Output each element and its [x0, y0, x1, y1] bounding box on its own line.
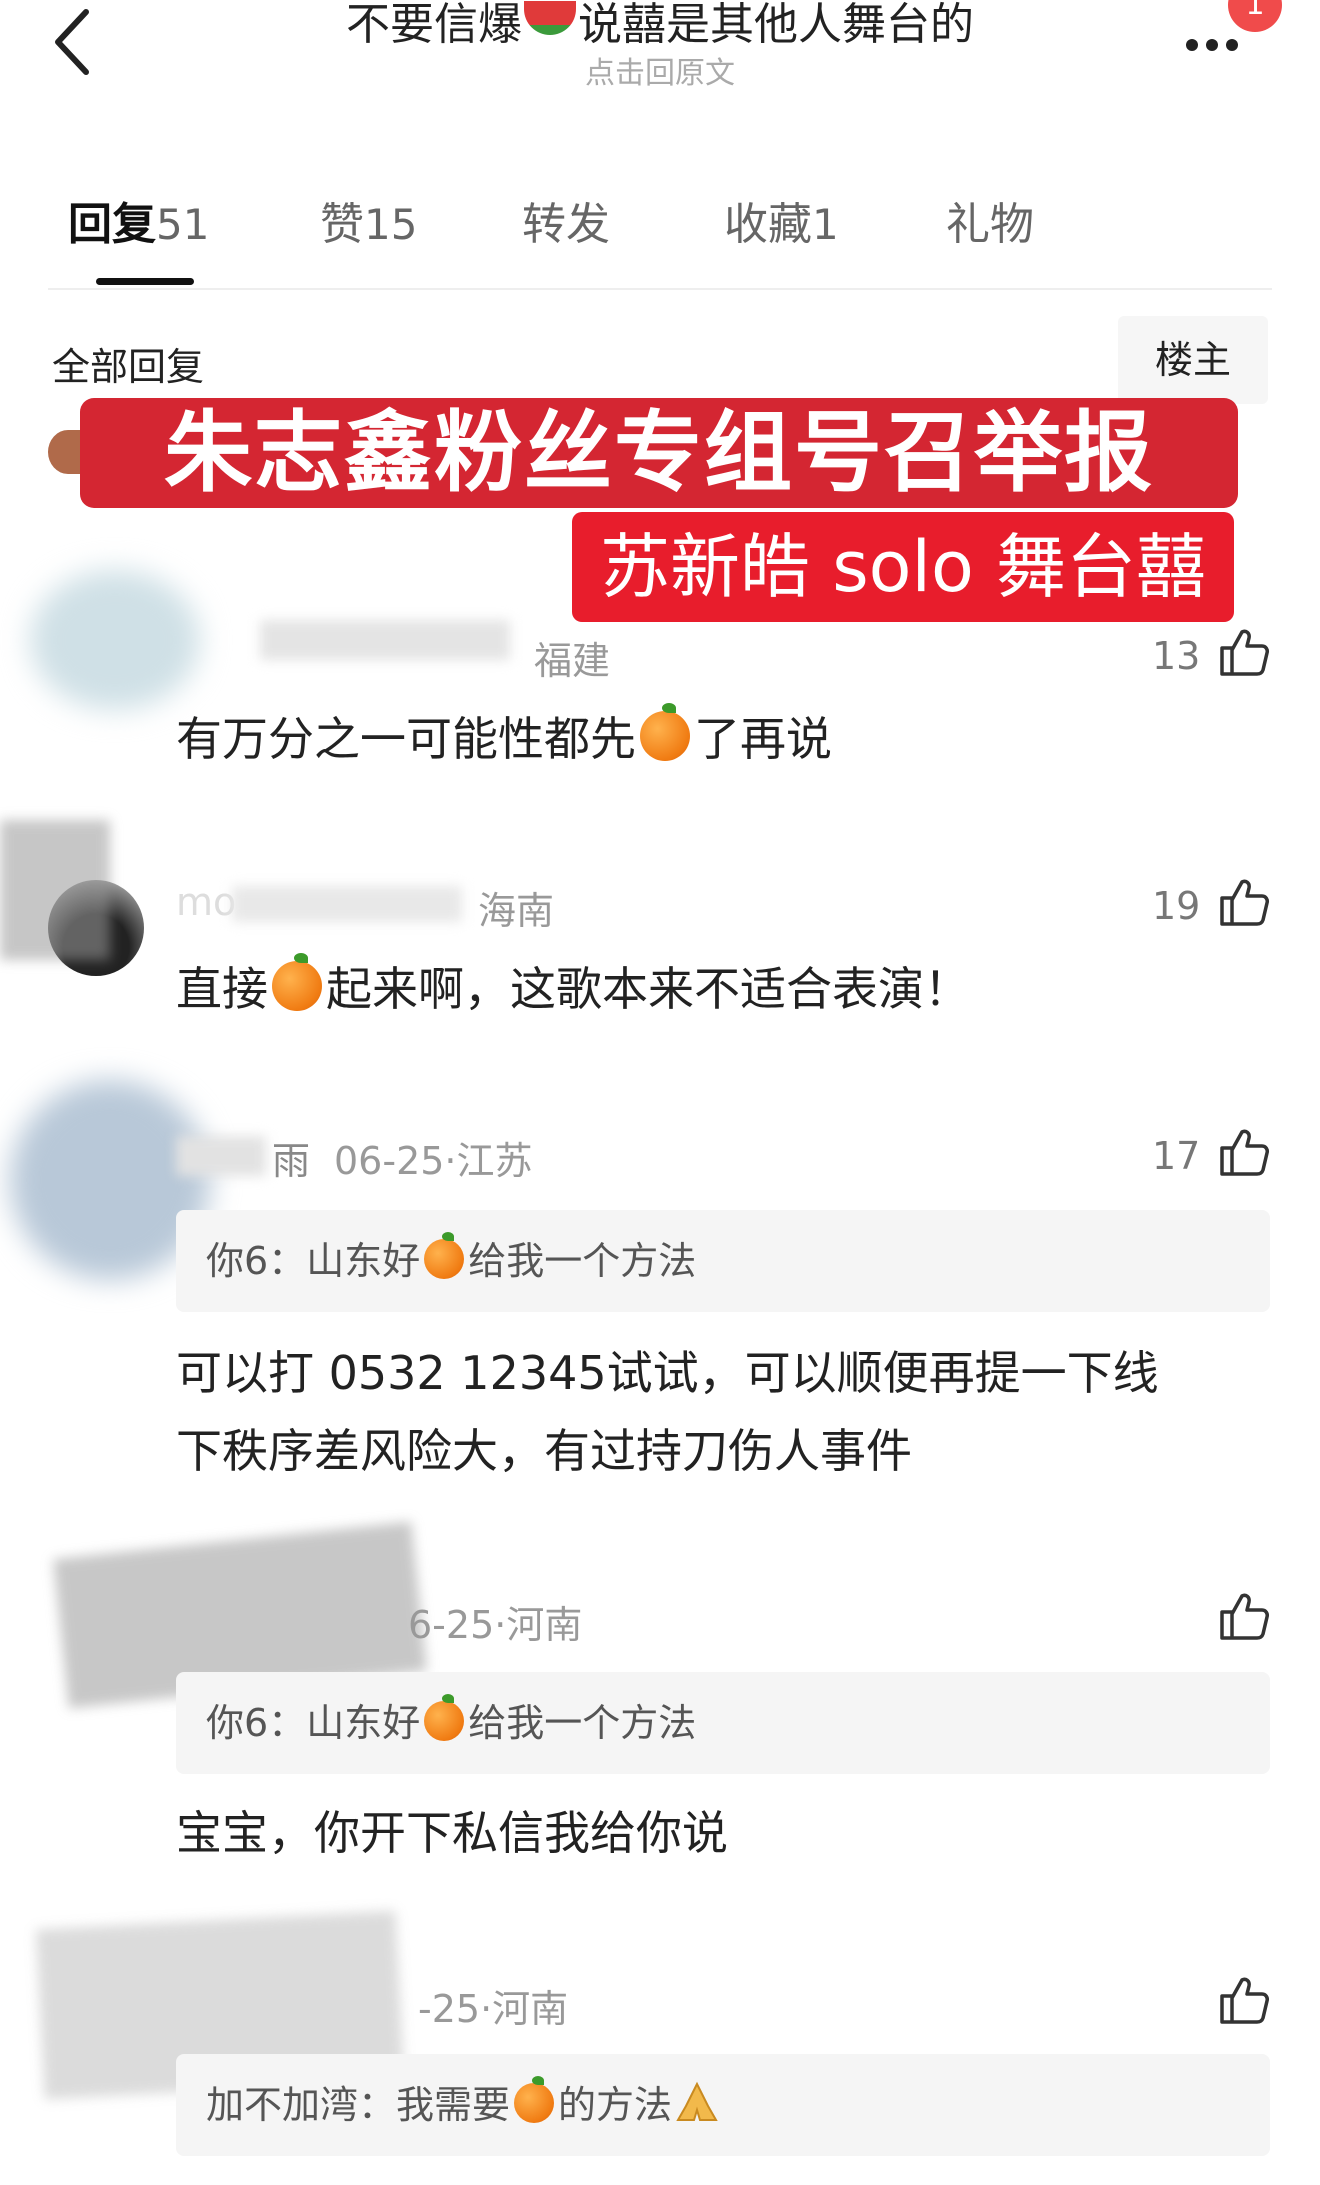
tab-likes[interactable]: 赞15: [320, 188, 417, 252]
praying-hands-icon: [676, 2081, 718, 2121]
tab-favorites[interactable]: 收藏1: [724, 188, 839, 252]
comment-meta: 06-25·江苏: [334, 1139, 533, 1183]
thumbs-up-icon[interactable]: [1218, 1590, 1270, 1642]
comment-text-line: 下秩序差风险大，有过持刀伤人事件: [176, 1424, 912, 1478]
username-redacted: [260, 620, 510, 660]
watermelon-emoji-icon: [524, 1, 576, 35]
orange-emoji-icon: [272, 953, 322, 1011]
username-redacted: [232, 886, 462, 922]
username-redacted: [176, 1136, 266, 1176]
avatar[interactable]: [30, 570, 200, 710]
view-original-link[interactable]: 点击回原文: [0, 48, 1320, 92]
divider: [48, 288, 1272, 290]
orange-emoji-icon: [640, 703, 690, 761]
comment-meta: -25·河南: [418, 1987, 569, 2031]
thumbs-up-icon[interactable]: [1218, 626, 1270, 678]
quoted-reply[interactable]: 你6：山东好 给我一个方法: [176, 1210, 1270, 1312]
overlay-caption-main: 朱志鑫粉丝专组号召举报: [80, 398, 1238, 508]
comment-text-line: 可以打 0532 12345试试，可以顺便再提一下线: [176, 1346, 1159, 1400]
comment-text: 有万分之一可能性都先 了再说: [176, 703, 832, 766]
username-partial: 雨: [272, 1139, 311, 1183]
thumbs-up-icon[interactable]: [1218, 1126, 1270, 1178]
thumbs-up-icon[interactable]: [1218, 876, 1270, 928]
thumbs-up-icon[interactable]: [1218, 1974, 1270, 2026]
comment-meta: 福建: [534, 639, 611, 683]
comment-meta: 6-25·河南: [408, 1603, 583, 1647]
quoted-reply[interactable]: 加不加湾：我需要 的方法: [176, 2054, 1270, 2156]
tab-replies[interactable]: 回复51: [68, 188, 209, 252]
orange-emoji-icon: [424, 1232, 465, 1279]
comment-meta: 海南: [478, 889, 555, 933]
active-tab-indicator: [96, 278, 194, 285]
quoted-reply[interactable]: 你6：山东好 给我一个方法: [176, 1672, 1270, 1774]
orange-emoji-icon: [514, 2076, 555, 2123]
tab-gifts[interactable]: 礼物: [946, 188, 1034, 252]
comment-text: 直接 起来啊，这歌本来不适合表演！: [176, 953, 970, 1016]
tab-reposts[interactable]: 转发: [522, 188, 610, 252]
overlay-caption-sub: 苏新皓 solo 舞台囍: [572, 512, 1234, 622]
like-count: 13: [1152, 634, 1201, 678]
all-replies-label: 全部回复: [52, 345, 205, 389]
username-partial: mo: [176, 880, 237, 924]
post-title[interactable]: 不要信爆 说囍是其他人舞台的: [0, 0, 1320, 52]
redaction-smudge: [0, 820, 110, 960]
like-count: 17: [1152, 1134, 1201, 1178]
orange-emoji-icon: [424, 1694, 465, 1741]
op-filter-button[interactable]: 楼主: [1118, 316, 1268, 404]
comment-text: 宝宝，你开下私信我给你说: [176, 1806, 728, 1860]
like-count: 19: [1152, 884, 1201, 928]
